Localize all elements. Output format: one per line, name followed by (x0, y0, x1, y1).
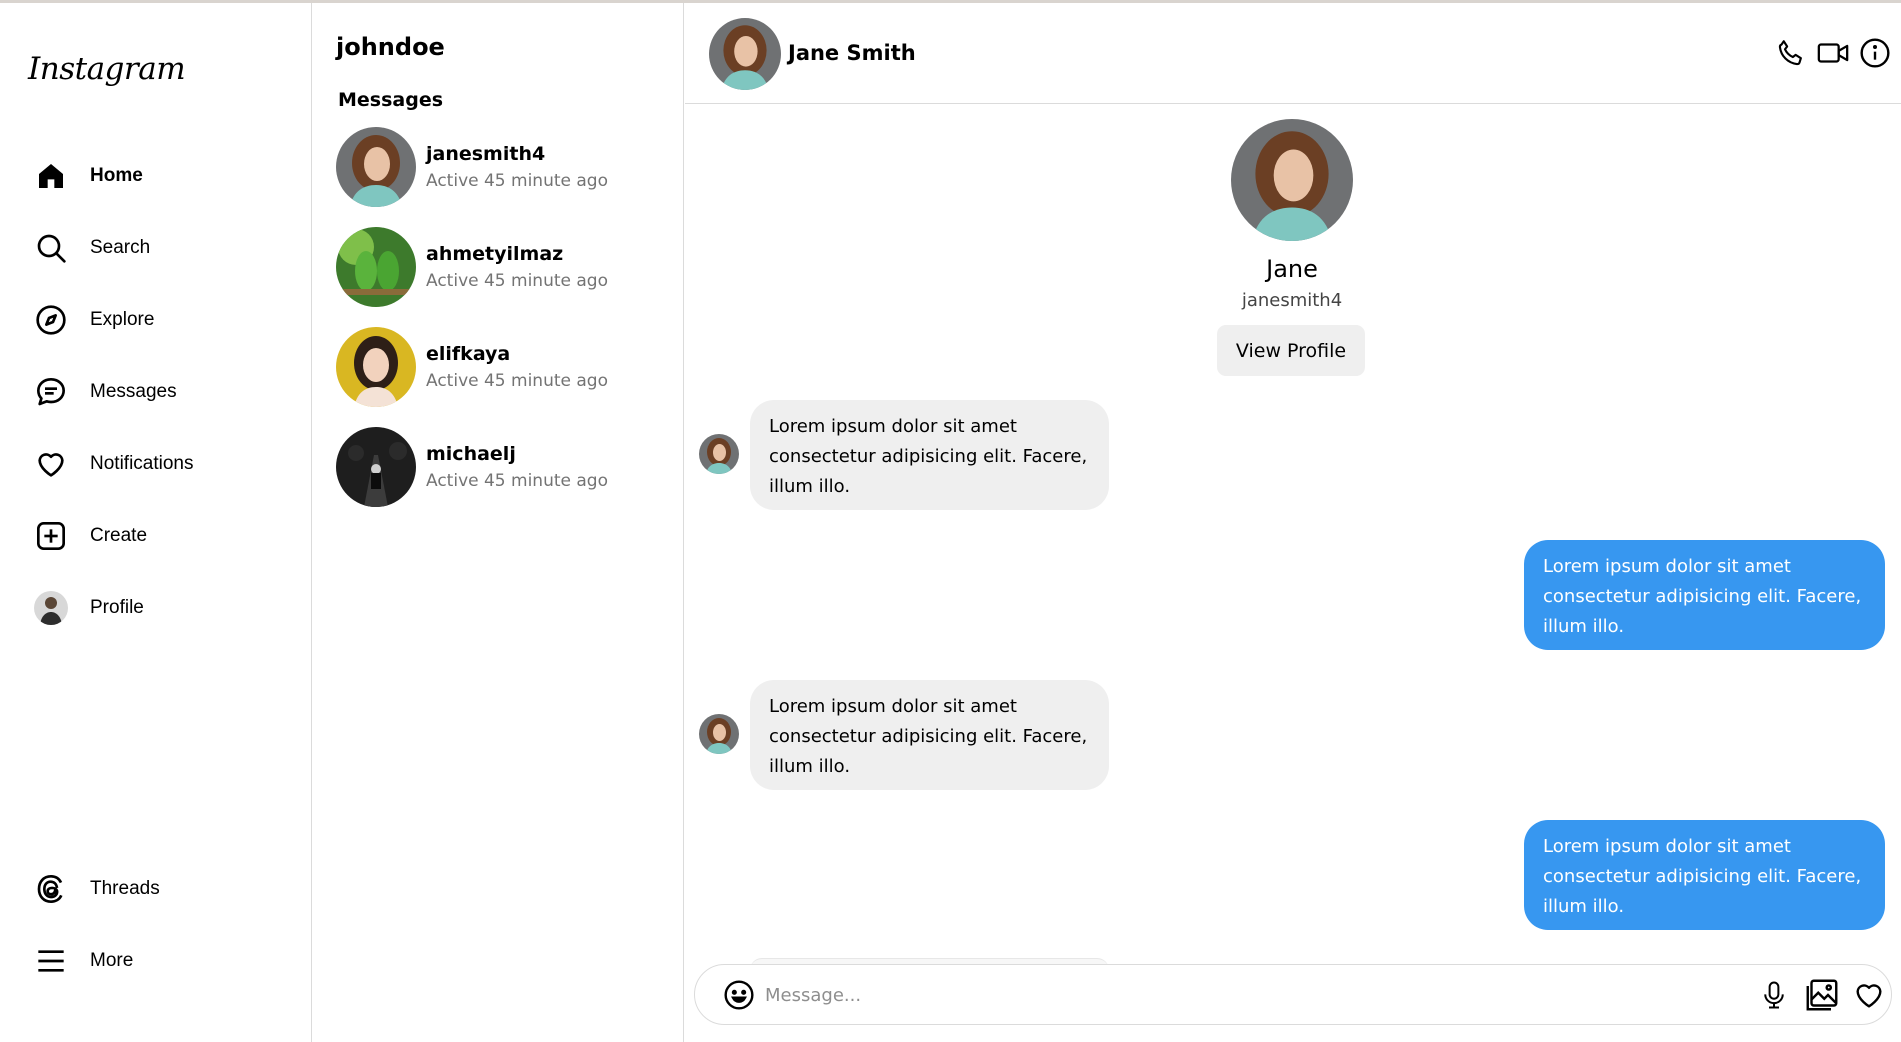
conversation-item[interactable]: janesmith4 Active 45 minute ago (336, 126, 666, 208)
nav-item-explore[interactable]: Explore (34, 300, 294, 340)
view-profile-button[interactable]: View Profile (1217, 325, 1365, 376)
emoji-icon[interactable] (721, 977, 757, 1013)
heart-icon[interactable] (1849, 975, 1889, 1015)
conversation-status: Active 45 minute ago (426, 471, 608, 491)
conversation-list: johndoe Messages janesmith4 Active 45 mi… (313, 3, 684, 1042)
conversation-name: michaelj (426, 443, 516, 465)
microphone-icon[interactable] (1754, 975, 1794, 1015)
conversation-name: ahmetyilmaz (426, 243, 564, 265)
menu-icon (34, 944, 68, 978)
profile-avatar[interactable] (1231, 119, 1353, 241)
nav-label-home: Home (90, 165, 143, 186)
nav-item-messages[interactable]: Messages (34, 372, 294, 412)
message-bubble-outgoing: Lorem ipsum dolor sit amet consectetur a… (1524, 540, 1885, 650)
nav-item-profile[interactable]: Profile (34, 588, 294, 628)
conversation-status: Active 45 minute ago (426, 371, 608, 391)
nav-label-notifications: Notifications (90, 453, 194, 474)
avatar (336, 427, 416, 507)
avatar (336, 327, 416, 407)
info-icon[interactable] (1857, 35, 1893, 71)
nav-label-messages: Messages (90, 381, 177, 402)
nav-item-home[interactable]: Home (34, 156, 294, 196)
profile-name: Jane (1266, 255, 1318, 283)
nav-item-create[interactable]: Create (34, 516, 294, 556)
nav-item-notifications[interactable]: Notifications (34, 444, 294, 484)
sidebar-nav: Instagram Home Search Explore Messages N… (0, 3, 312, 1042)
image-icon[interactable] (1802, 975, 1842, 1015)
chat-header: Jane Smith (685, 3, 1901, 104)
nav-item-threads[interactable]: Threads (34, 869, 294, 909)
threads-icon (34, 872, 68, 906)
nav-label-threads: Threads (90, 878, 160, 899)
video-icon[interactable] (1815, 35, 1851, 71)
conversation-name: elifkaya (426, 343, 511, 365)
current-username[interactable]: johndoe (336, 33, 445, 61)
profile-handle: janesmith4 (1241, 290, 1343, 311)
nav-label-more: More (90, 950, 134, 971)
message-bubble-incoming: Lorem ipsum dolor sit amet consectetur a… (750, 680, 1109, 790)
message-bubble-outgoing: Lorem ipsum dolor sit amet consectetur a… (1524, 820, 1885, 930)
conversation-status: Active 45 minute ago (426, 271, 608, 291)
avatar (336, 127, 416, 207)
instagram-logo[interactable]: Instagram (28, 51, 186, 87)
avatar (34, 591, 68, 625)
heart-icon (34, 447, 68, 481)
phone-icon[interactable] (1773, 35, 1809, 71)
avatar[interactable] (709, 18, 781, 90)
nav-label-profile: Profile (90, 597, 144, 618)
conversation-name: janesmith4 (426, 143, 546, 165)
chat-pane: Jane Smith Jane janesmith4 View Profile … (685, 3, 1901, 1042)
compass-icon (34, 303, 68, 337)
nav-label-create: Create (90, 525, 148, 546)
conversation-item[interactable]: ahmetyilmaz Active 45 minute ago (336, 226, 666, 308)
plus-square-icon (34, 519, 68, 553)
messages-heading: Messages (338, 89, 444, 111)
home-icon (34, 159, 68, 193)
nav-item-more[interactable]: More (34, 941, 294, 981)
message-input[interactable] (765, 975, 1645, 1015)
chat-contact-name[interactable]: Jane Smith (788, 41, 916, 65)
message-composer (694, 964, 1892, 1025)
conversation-item[interactable]: elifkaya Active 45 minute ago (336, 326, 666, 408)
nav-label-explore: Explore (90, 309, 155, 330)
conversation-item[interactable]: michaelj Active 45 minute ago (336, 426, 666, 508)
chat-bubble-icon (34, 375, 68, 409)
message-bubble-incoming: Lorem ipsum dolor sit amet consectetur a… (750, 400, 1109, 510)
avatar (699, 434, 739, 474)
nav-item-search[interactable]: Search (34, 228, 294, 268)
search-icon (34, 231, 68, 265)
nav-label-search: Search (90, 237, 151, 258)
avatar (699, 714, 739, 754)
conversation-status: Active 45 minute ago (426, 171, 608, 191)
avatar (336, 227, 416, 307)
